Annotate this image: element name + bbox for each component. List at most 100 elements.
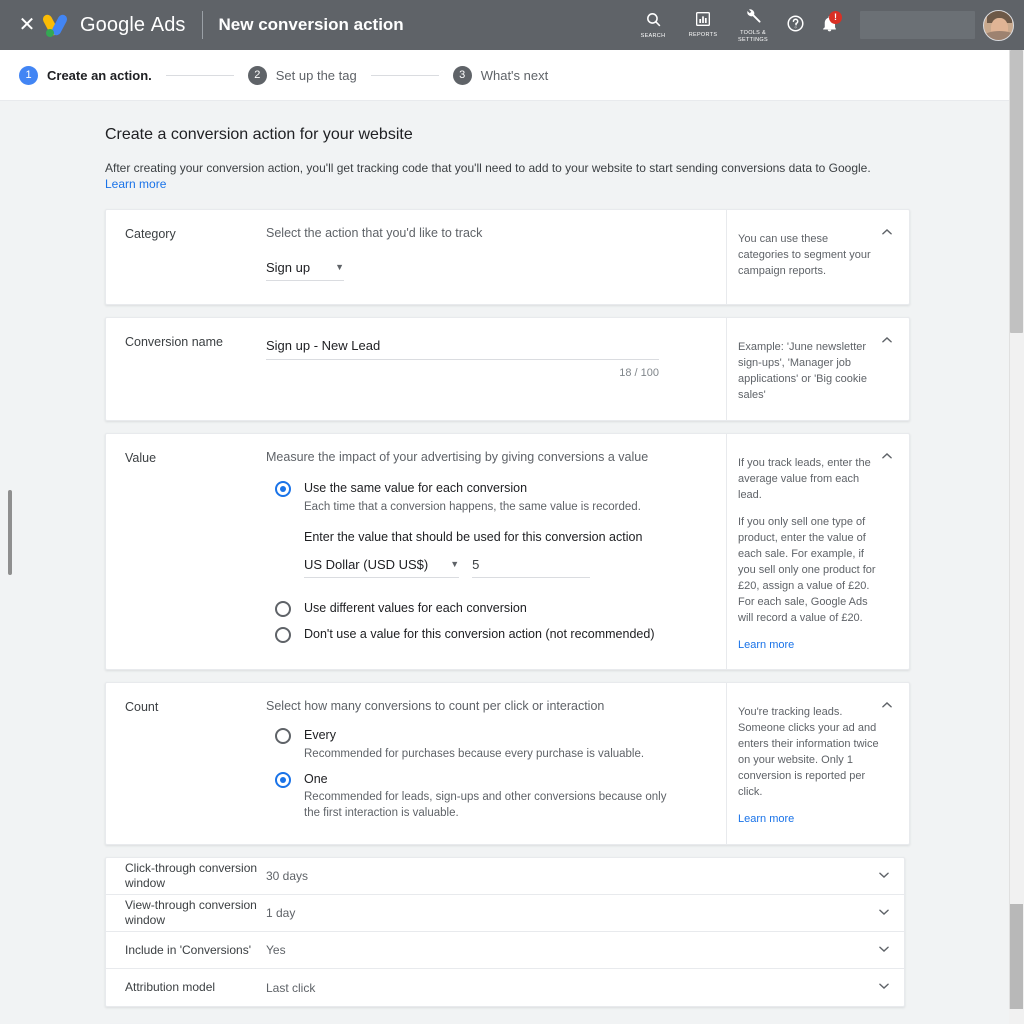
content-subtitle: After creating your conversion action, y… — [105, 160, 895, 192]
row-label: Include in 'Conversions' — [125, 942, 251, 957]
tools-icon — [744, 7, 762, 28]
radio-icon[interactable] — [275, 601, 291, 618]
brand-divider — [201, 11, 203, 39]
count-option-desc: Recommended for purchases because every … — [304, 748, 645, 761]
search-button[interactable]: SEARCH — [628, 0, 678, 50]
account-selector[interactable] — [860, 11, 975, 39]
row-label: Attribution model — [125, 980, 216, 994]
count-option-every[interactable]: Every Recommended for purchases because … — [266, 727, 708, 762]
chevron-down-icon[interactable] — [864, 868, 904, 885]
learn-more-link[interactable]: Learn more — [105, 177, 166, 191]
value-option-title: Use different values for each conversion — [304, 601, 527, 616]
conversion-name-label: Conversion name — [125, 335, 223, 350]
category-select[interactable]: Sign up ▼ — [266, 260, 344, 282]
count-option-one[interactable]: One Recommended for leads, sign-ups and … — [266, 771, 708, 822]
step-whats-next[interactable]: 3 What's next — [452, 65, 549, 85]
chevron-up-icon[interactable] — [877, 695, 897, 715]
count-help-text: You're tracking leads. Someone clicks yo… — [738, 706, 879, 799]
collapsed-settings-list: Click-through conversion window 30 days … — [105, 857, 905, 1007]
brand-ads: Ads — [150, 13, 186, 36]
value-learn-more-link[interactable]: Learn more — [738, 639, 794, 651]
scrollbar-thumb[interactable] — [1010, 50, 1023, 333]
inner-scrollbar-thumb[interactable] — [8, 490, 12, 575]
radio-icon[interactable] — [275, 771, 291, 788]
step-create-an-action[interactable]: 1 Create an action. — [19, 65, 152, 85]
reports-icon — [695, 11, 711, 30]
count-label: Count — [125, 700, 159, 715]
avatar[interactable] — [983, 9, 1014, 41]
row-click-through-conversion-window[interactable]: Click-through conversion window 30 days — [106, 858, 904, 895]
chevron-down-icon[interactable] — [864, 942, 904, 959]
help-button[interactable] — [778, 0, 812, 50]
count-caption: Select how many conversions to count per… — [266, 699, 605, 714]
value-option-desc: Each time that a conversion happens, the… — [304, 500, 641, 513]
progress-stepper: 1 Create an action. 2 Set up the tag 3 W… — [0, 50, 1009, 101]
value-option-title: Don't use a value for this conversion ac… — [304, 627, 655, 642]
count-option-desc: Recommended for leads, sign-ups and othe… — [304, 791, 667, 819]
value-sub-label: Enter the value that should be used for … — [304, 530, 643, 545]
row-label: View-through conversion window — [125, 898, 257, 927]
close-icon[interactable]: ✕ — [10, 15, 44, 35]
step-set-up-the-tag[interactable]: 2 Set up the tag — [247, 65, 357, 85]
currency-row: US Dollar (USD US$) ▼ — [304, 557, 708, 579]
search-icon — [645, 11, 662, 31]
radio-icon[interactable] — [275, 627, 291, 644]
scrollbar-corner — [1009, 1009, 1024, 1024]
currency-select-value: US Dollar (USD US$) — [304, 557, 429, 573]
reports-button[interactable]: REPORTS — [678, 0, 728, 50]
scrollbar-thumb-secondary[interactable] — [1010, 904, 1023, 1024]
chevron-up-icon[interactable] — [877, 330, 897, 350]
category-select-value: Sign up — [266, 260, 311, 276]
row-value: 1 day — [266, 906, 296, 920]
notification-badge: ! — [829, 11, 842, 24]
value-caption: Measure the impact of your advertising b… — [266, 450, 649, 465]
reports-label: REPORTS — [688, 32, 718, 39]
category-caption: Select the action that you'd like to tra… — [266, 226, 483, 241]
count-body: Select how many conversions to count per… — [266, 683, 726, 844]
category-card: Category Select the action that you'd li… — [105, 209, 910, 306]
notifications-button[interactable]: ! — [812, 0, 846, 50]
value-option-none[interactable]: Don't use a value for this conversion ac… — [266, 626, 708, 644]
step-label: What's next — [480, 67, 549, 83]
value-help-text-2: If you only sell one type of product, en… — [738, 515, 876, 624]
radio-icon[interactable] — [275, 728, 291, 745]
currency-select[interactable]: US Dollar (USD US$) ▼ — [304, 557, 460, 579]
value-card: Value Measure the impact of your adverti… — [105, 433, 910, 671]
chevron-down-icon[interactable] — [864, 905, 904, 922]
value-body: Measure the impact of your advertising b… — [266, 434, 726, 669]
conversion-name-counter: 18 / 100 — [619, 367, 659, 380]
page-title: New conversion action — [218, 15, 404, 34]
category-body: Select the action that you'd like to tra… — [266, 210, 726, 304]
category-help-text: You can use these categories to segment … — [738, 233, 871, 278]
row-label: Click-through conversion window — [125, 861, 258, 890]
chevron-down-icon: ▼ — [335, 262, 344, 273]
tools-settings-button[interactable]: TOOLS & SETTINGS — [728, 0, 778, 50]
chevron-down-icon[interactable] — [864, 979, 904, 996]
value-option-title: Use the same value for each conversion — [304, 481, 528, 496]
conversion-name-input[interactable] — [266, 338, 659, 361]
value-option-same[interactable]: Use the same value for each conversion E… — [266, 480, 708, 515]
vertical-scrollbar[interactable] — [1009, 50, 1024, 1024]
step-connector — [165, 74, 234, 76]
count-learn-more-link[interactable]: Learn more — [738, 813, 794, 825]
subtitle-text: After creating your conversion action, y… — [105, 161, 871, 175]
radio-icon[interactable] — [275, 481, 291, 498]
search-label: SEARCH — [640, 32, 666, 39]
chevron-up-icon[interactable] — [877, 446, 897, 466]
row-attribution-model[interactable]: Attribution model Last click — [106, 969, 904, 1006]
count-card: Count Select how many conversions to cou… — [105, 682, 910, 845]
conversion-name-help-text: Example: 'June newsletter sign-ups', 'Ma… — [738, 341, 867, 402]
chevron-down-icon: ▼ — [450, 559, 460, 570]
google-ads-logo-icon — [41, 13, 70, 37]
top-app-bar: ✕ Google Ads New conversion action SEARC… — [0, 0, 1024, 50]
step-label: Create an action. — [47, 67, 152, 83]
value-option-different[interactable]: Use different values for each conversion — [266, 600, 708, 618]
conversion-name-body: 18 / 100 — [266, 318, 726, 420]
step-number: 2 — [247, 65, 267, 85]
value-amount-input[interactable] — [472, 557, 591, 579]
tools-label: TOOLS & SETTINGS — [738, 29, 768, 43]
row-value: Last click — [266, 980, 316, 995]
chevron-up-icon[interactable] — [877, 222, 897, 242]
row-include-in-conversions[interactable]: Include in 'Conversions' Yes — [106, 932, 904, 969]
row-view-through-conversion-window[interactable]: View-through conversion window 1 day — [106, 895, 904, 932]
